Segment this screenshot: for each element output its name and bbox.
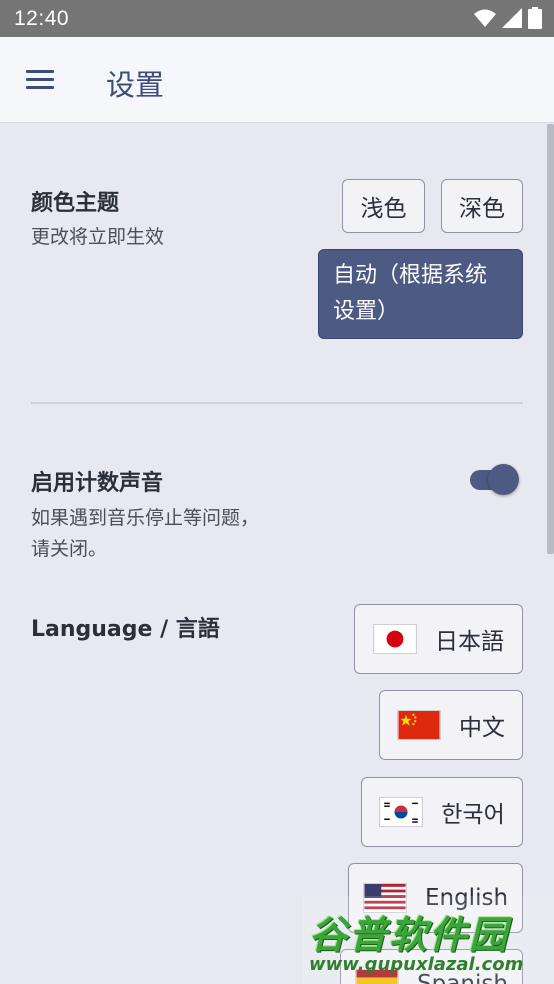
hamburger-menu-icon[interactable] [26,70,54,90]
battery-icon [528,7,542,29]
toggle-thumb [488,464,519,495]
korea-flag-icon [379,797,424,827]
sound-toggle[interactable] [468,464,520,496]
wifi-icon [474,9,496,27]
theme-subtitle: 更改将立即生效 [31,226,165,248]
status-icons [474,7,542,29]
language-korean-button[interactable]: 한국어 [361,777,523,847]
language-label: 中文 [459,715,505,741]
china-flag-icon [397,710,441,740]
sound-title: 启用计数声音 [31,471,164,496]
theme-light-button[interactable]: 浅色 [342,179,425,233]
theme-auto-label-line1: 自动（根据系统 [333,263,488,288]
language-label: 日本語 [435,629,504,655]
theme-title: 颜色主题 [31,191,120,216]
section-divider [31,402,523,404]
status-time: 12:40 [14,6,70,30]
language-japanese-button[interactable]: 日本語 [354,604,523,674]
theme-auto-label-line2: 设置） [333,299,400,324]
language-label: 한국어 [441,802,505,828]
watermark-title: 谷普软件园 [309,913,510,957]
status-bar: 12:40 [0,0,554,37]
language-title: Language / 言語 [31,617,220,642]
watermark-url: www.gupuxlazal.com [309,954,524,975]
theme-dark-button[interactable]: 深色 [441,179,523,233]
sound-subtitle-line2: 请关闭。 [31,538,108,560]
scrollbar[interactable] [547,124,554,554]
watermark: 谷普软件园 www.gupuxlazal.com [303,896,554,984]
sound-subtitle-line1: 如果遇到音乐停止等问题， [31,507,260,529]
theme-auto-button[interactable]: 自动（根据系统 设置） [318,249,523,339]
japan-flag-icon [373,624,417,654]
language-chinese-button[interactable]: 中文 [379,690,523,760]
signal-icon [502,8,522,28]
page-title: 设置 [106,68,165,102]
app-bar: 设置 [0,37,554,123]
